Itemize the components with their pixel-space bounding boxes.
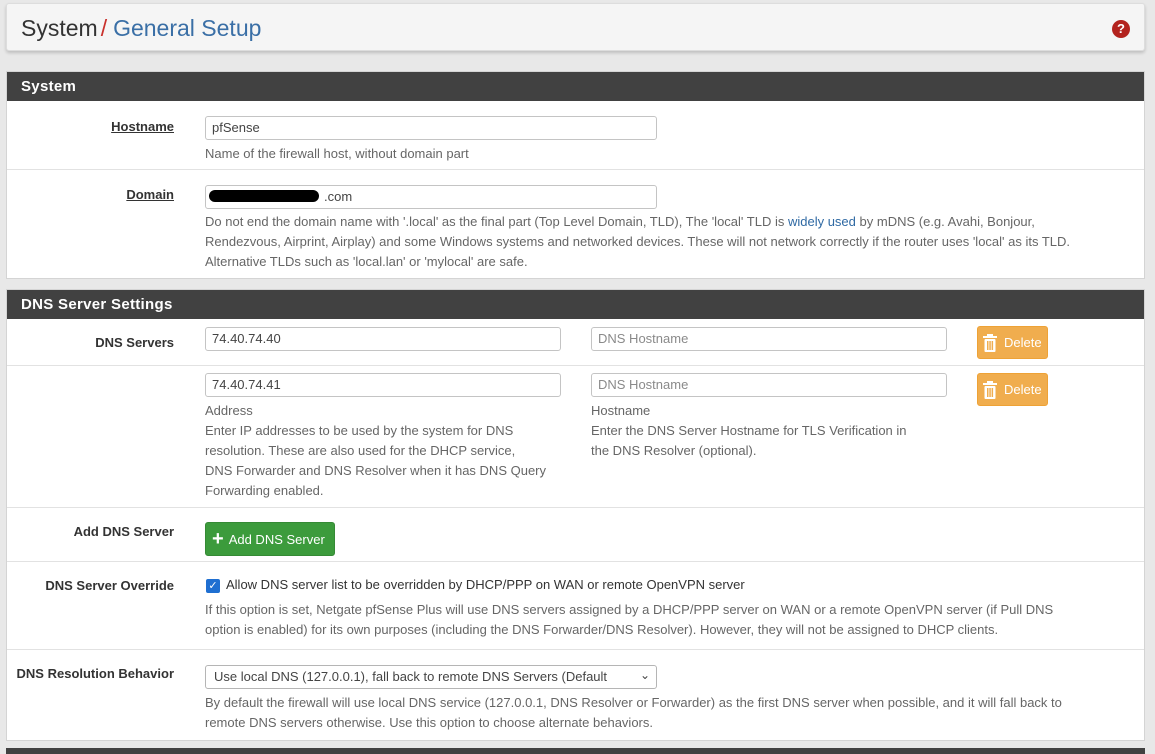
breadcrumb-root[interactable]: System <box>21 15 98 41</box>
resolution-help-text: remote DNS servers otherwise. Use this o… <box>205 715 653 730</box>
dns-override-row: DNS Server Override ✓ Allow DNS server l… <box>7 562 1144 650</box>
hostname-help-text: the DNS Resolver (optional). <box>591 443 757 458</box>
override-help-text: If this option is set, Netgate pfSense P… <box>205 602 1054 617</box>
breadcrumb-current[interactable]: General Setup <box>113 15 261 41</box>
address-help-text: Enter IP addresses to be used by the sys… <box>205 423 514 438</box>
hostname-input[interactable]: pfSense <box>205 116 657 140</box>
delete-label: Delete <box>1004 382 1042 397</box>
panel-title: System <box>7 72 1144 101</box>
hostname-help-text: Enter the DNS Server Hostname for TLS Ve… <box>591 423 907 438</box>
dns-server-row: 74.40.74.41 DNS Hostname Delete Address … <box>7 366 1144 508</box>
trash-icon <box>983 333 997 352</box>
system-panel: System Hostname pfSense Name of the fire… <box>6 71 1145 279</box>
override-help-text: option is enabled) for its own purposes … <box>205 622 999 637</box>
widely-used-link[interactable]: widely used <box>788 214 856 229</box>
panel-title: DNS Server Settings <box>7 290 1144 319</box>
dns-resolution-value: Use local DNS (127.0.0.1), fall back to … <box>214 669 608 684</box>
domain-input[interactable]: .com <box>205 185 657 209</box>
domain-help-text: Alternative TLDs such as 'local.lan' or … <box>205 254 528 269</box>
delete-button[interactable]: Delete <box>977 326 1048 359</box>
override-help: If this option is set, Netgate pfSense P… <box>205 600 1053 640</box>
chevron-down-icon: ⌄ <box>639 668 650 682</box>
next-panel-header <box>6 748 1145 754</box>
help-icon[interactable]: ? <box>1112 20 1130 38</box>
plus-icon: + <box>212 528 224 550</box>
address-help-text: resolution. These are also used for the … <box>205 443 516 458</box>
address-help-text: Forwarding enabled. <box>205 483 324 498</box>
add-dns-server-button[interactable]: + Add DNS Server <box>205 522 335 556</box>
hostname-label: Hostname <box>111 119 174 134</box>
domain-help-text: by mDNS (e.g. Avahi, Bonjour, <box>859 214 1035 229</box>
breadcrumb: System / General Setup <box>21 15 261 42</box>
dns-resolution-row: DNS Resolution Behavior Use local DNS (1… <box>7 650 1144 740</box>
hostname-help: Name of the firewall host, without domai… <box>205 146 469 161</box>
dns-address-input[interactable]: 74.40.74.41 <box>205 373 561 397</box>
address-help: Address Enter IP addresses to be used by… <box>205 401 546 501</box>
trash-icon <box>983 380 997 399</box>
dns-resolution-select[interactable]: Use local DNS (127.0.0.1), fall back to … <box>205 665 657 689</box>
domain-help-text: Do not end the domain name with '.local'… <box>205 214 785 229</box>
override-checkbox-label[interactable]: Allow DNS server list to be overridden b… <box>226 577 745 592</box>
resolution-help: By default the firewall will use local D… <box>205 693 1062 733</box>
page-header: System / General Setup ? <box>6 3 1145 51</box>
address-help-text: DNS Forwarder and DNS Resolver when it h… <box>205 463 547 478</box>
dns-hostname-input[interactable]: DNS Hostname <box>591 373 947 397</box>
domain-row: Domain .com Do not end the domain name w… <box>7 170 1144 278</box>
domain-help-text: Rendezvous, Airprint, Airplay) and some … <box>205 234 1071 249</box>
domain-value: .com <box>324 189 353 204</box>
address-help-title: Address <box>205 403 253 418</box>
dns-override-label: DNS Server Override <box>45 578 174 593</box>
add-dns-label: Add DNS Server <box>73 524 174 539</box>
resolution-help-text: By default the firewall will use local D… <box>205 695 1062 710</box>
dns-address-input[interactable]: 74.40.74.40 <box>205 327 561 351</box>
delete-button[interactable]: Delete <box>977 373 1048 406</box>
dns-server-row: DNS Servers 74.40.74.40 DNS Hostname Del… <box>7 319 1144 366</box>
checkbox-checked-icon[interactable]: ✓ <box>206 579 220 593</box>
dns-settings-panel: DNS Server Settings DNS Servers 74.40.74… <box>6 289 1145 741</box>
hostname-help: Hostname Enter the DNS Server Hostname f… <box>591 401 907 461</box>
domain-label: Domain <box>126 187 174 202</box>
add-dns-row: Add DNS Server + Add DNS Server <box>7 508 1144 562</box>
dns-servers-label: DNS Servers <box>95 335 174 350</box>
delete-label: Delete <box>1004 335 1042 350</box>
add-dns-button-label: Add DNS Server <box>228 531 325 547</box>
dns-resolution-label: DNS Resolution Behavior <box>16 666 174 681</box>
hostname-help-title: Hostname <box>591 403 651 418</box>
breadcrumb-separator: / <box>100 15 108 41</box>
redaction-mark <box>209 190 319 202</box>
dns-hostname-input[interactable]: DNS Hostname <box>591 327 947 351</box>
hostname-row: Hostname pfSense Name of the firewall ho… <box>7 101 1144 170</box>
domain-help: Do not end the domain name with '.local'… <box>205 212 1140 272</box>
